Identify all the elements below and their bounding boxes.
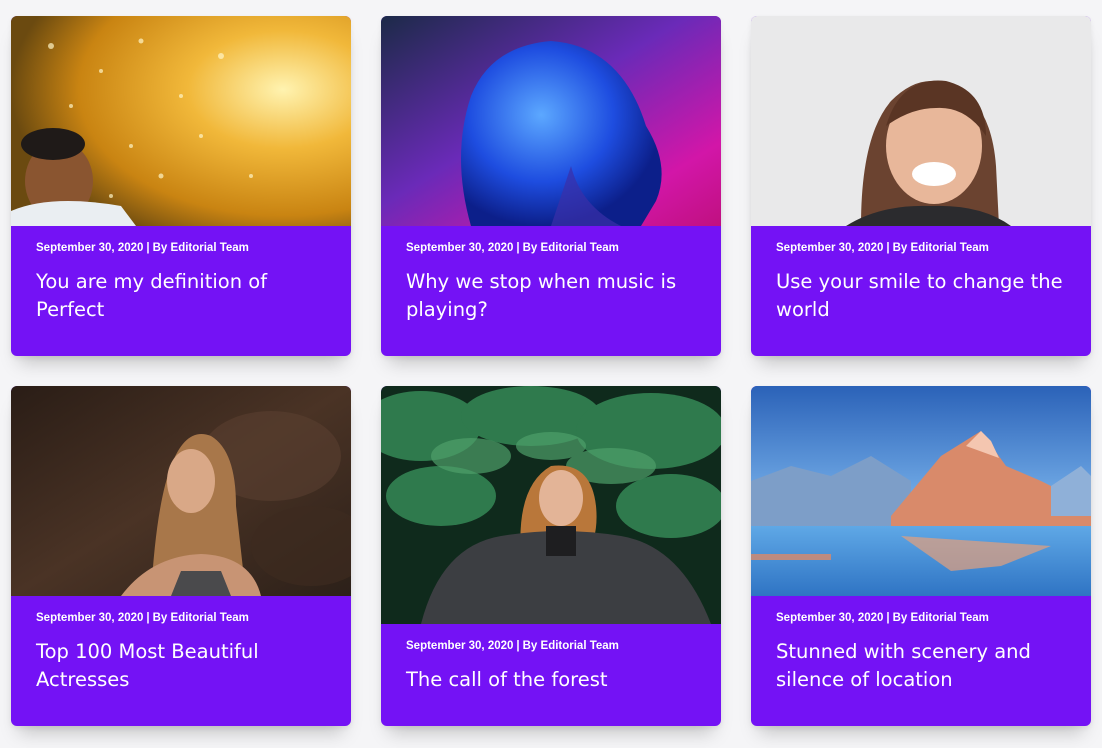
post-title: You are my definition of Perfect <box>36 268 331 324</box>
mountain-lake-photo <box>751 386 1091 596</box>
meta-separator: | <box>146 242 150 254</box>
forest-woman-photo <box>381 386 721 624</box>
post-author[interactable]: By Editorial Team <box>523 640 619 652</box>
post-title: Why we stop when music is playing? <box>406 268 701 324</box>
post-body: September 30, 2020 | By Editorial Team Why… <box>406 241 701 324</box>
boy-in-water-photo <box>11 16 351 226</box>
neon-face-photo <box>381 16 721 226</box>
post-body: September 30, 2020 | By Editorial Team Stu… <box>776 611 1071 694</box>
post-meta: September 30, 2020 | By Editorial Team <box>36 241 331 255</box>
post-card[interactable]: September 30, 2020 | By Editorial Team Use… <box>751 16 1091 356</box>
post-card[interactable]: September 30, 2020 | By Editorial Team Why… <box>381 16 721 356</box>
post-body: September 30, 2020 | By Editorial Team Top… <box>36 611 331 694</box>
post-meta: September 30, 2020 | By Editorial Team <box>406 639 701 653</box>
smiling-woman-photo <box>751 16 1091 226</box>
post-image[interactable] <box>11 386 351 596</box>
post-title-link[interactable]: The call of the forest <box>406 668 608 691</box>
post-image[interactable] <box>11 16 351 226</box>
post-date[interactable]: September 30, 2020 <box>776 242 883 254</box>
post-title: Stunned with scenery and silence of loca… <box>776 638 1071 694</box>
post-author[interactable]: By Editorial Team <box>153 242 249 254</box>
post-body: September 30, 2020 | By Editorial Team The… <box>406 639 701 694</box>
meta-separator: | <box>516 640 520 652</box>
post-date[interactable]: September 30, 2020 <box>36 612 143 624</box>
post-date[interactable]: September 30, 2020 <box>776 612 883 624</box>
post-body: September 30, 2020 | By Editorial Team Use… <box>776 241 1071 324</box>
meta-separator: | <box>146 612 150 624</box>
woman-by-rocks-photo <box>11 386 351 596</box>
post-title: Use your smile to change the world <box>776 268 1071 324</box>
post-card[interactable]: September 30, 2020 | By Editorial Team You… <box>11 16 351 356</box>
post-grid: September 30, 2020 | By Editorial Team You… <box>0 0 1102 748</box>
post-author[interactable]: By Editorial Team <box>523 242 619 254</box>
post-author[interactable]: By Editorial Team <box>153 612 249 624</box>
post-image[interactable] <box>751 16 1091 226</box>
post-card[interactable]: September 30, 2020 | By Editorial Team The… <box>381 386 721 726</box>
post-author[interactable]: By Editorial Team <box>893 612 989 624</box>
post-title: Top 100 Most Beautiful Actresses <box>36 638 331 694</box>
post-body: September 30, 2020 | By Editorial Team You… <box>36 241 331 324</box>
post-meta: September 30, 2020 | By Editorial Team <box>36 611 331 625</box>
post-title-link[interactable]: Why we stop when music is playing? <box>406 270 676 321</box>
post-image[interactable] <box>751 386 1091 596</box>
meta-separator: | <box>886 242 890 254</box>
post-meta: September 30, 2020 | By Editorial Team <box>406 241 701 255</box>
meta-separator: | <box>886 612 890 624</box>
post-date[interactable]: September 30, 2020 <box>406 640 513 652</box>
post-meta: September 30, 2020 | By Editorial Team <box>776 611 1071 625</box>
post-date[interactable]: September 30, 2020 <box>406 242 513 254</box>
meta-separator: | <box>516 242 520 254</box>
post-image[interactable] <box>381 16 721 226</box>
post-image[interactable] <box>381 386 721 624</box>
post-card[interactable]: September 30, 2020 | By Editorial Team Stu… <box>751 386 1091 726</box>
post-date[interactable]: September 30, 2020 <box>36 242 143 254</box>
post-title-link[interactable]: Use your smile to change the world <box>776 270 1063 321</box>
post-meta: September 30, 2020 | By Editorial Team <box>776 241 1071 255</box>
post-title-link[interactable]: Top 100 Most Beautiful Actresses <box>36 640 259 691</box>
post-card[interactable]: September 30, 2020 | By Editorial Team Top… <box>11 386 351 726</box>
post-title-link[interactable]: Stunned with scenery and silence of loca… <box>776 640 1031 691</box>
post-author[interactable]: By Editorial Team <box>893 242 989 254</box>
post-title: The call of the forest <box>406 666 701 694</box>
post-title-link[interactable]: You are my definition of Perfect <box>36 270 267 321</box>
